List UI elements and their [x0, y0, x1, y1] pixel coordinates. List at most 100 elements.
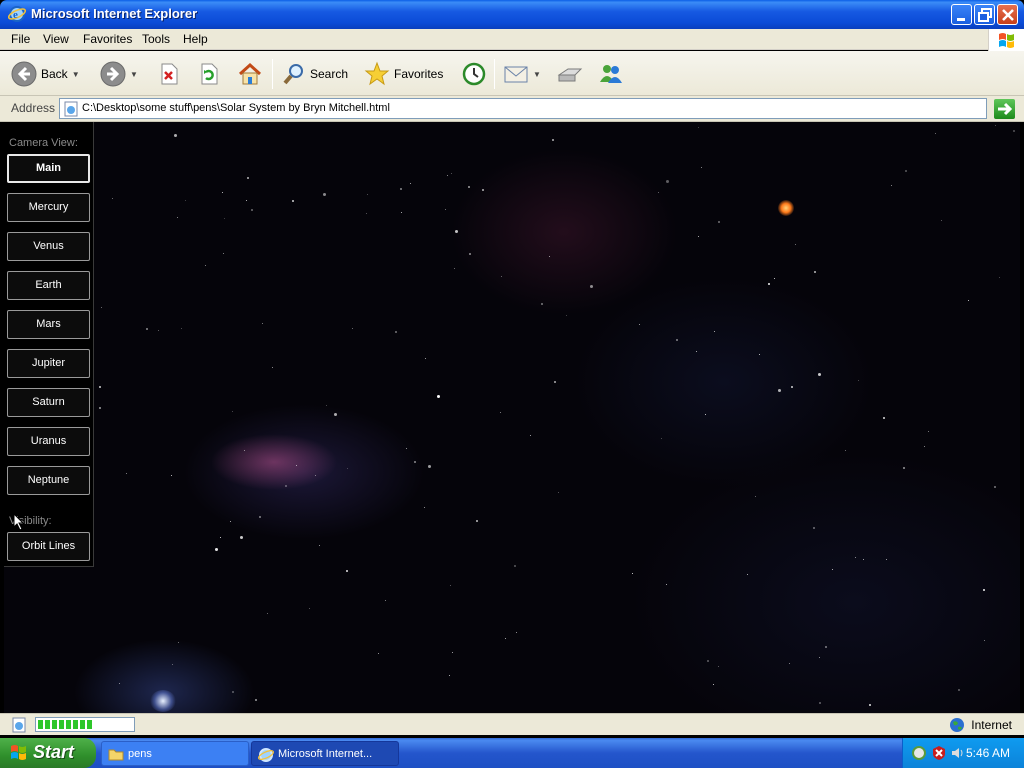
star [423, 507, 425, 508]
star [406, 447, 408, 449]
forward-button[interactable]: ▼ [100, 59, 138, 89]
star [215, 548, 219, 552]
system-tray: 5:46 AM [902, 738, 1024, 768]
back-button[interactable]: Back ▼ [11, 59, 80, 89]
star [639, 323, 641, 325]
home-button[interactable] [237, 59, 263, 89]
taskbar-item-pens[interactable]: pens [101, 741, 249, 766]
star [713, 331, 715, 333]
nebula-glow [150, 690, 176, 712]
star [549, 256, 551, 258]
planet-button-mars[interactable]: Mars [7, 310, 90, 339]
back-arrow-icon [11, 61, 37, 87]
menu-help[interactable]: Help [183, 32, 208, 46]
planet-button-uranus[interactable]: Uranus [7, 427, 90, 456]
star [557, 492, 559, 494]
minimize-icon [957, 18, 965, 21]
star [565, 315, 567, 317]
close-button[interactable] [997, 4, 1018, 25]
star [832, 568, 834, 570]
favorites-label: Favorites [394, 67, 444, 81]
star [863, 559, 865, 561]
search-icon [283, 64, 303, 85]
star [245, 200, 247, 202]
menu-view[interactable]: View [43, 32, 69, 46]
mail-dropdown-icon[interactable]: ▼ [533, 70, 541, 79]
refresh-button[interactable] [198, 59, 220, 89]
star [773, 278, 775, 280]
back-dropdown-icon[interactable]: ▼ [72, 70, 80, 79]
star [246, 177, 249, 180]
planet-button-jupiter[interactable]: Jupiter [7, 349, 90, 378]
security-zone[interactable]: Internet [949, 717, 1012, 733]
star [813, 271, 816, 274]
menu-file[interactable]: File [11, 32, 30, 46]
restore-button[interactable] [974, 4, 995, 25]
menu-tools[interactable]: Tools [142, 32, 170, 46]
messenger-button[interactable] [598, 59, 624, 89]
volume-icon[interactable] [950, 745, 966, 761]
star [125, 473, 127, 475]
star [400, 187, 403, 190]
planet-button-mercury[interactable]: Mercury [7, 193, 90, 222]
back-label: Back [41, 67, 68, 81]
start-button[interactable]: Start [0, 738, 96, 768]
mail-button[interactable]: ▼ [503, 59, 541, 89]
star [982, 589, 985, 592]
print-button[interactable] [556, 59, 584, 89]
star [428, 464, 432, 468]
star [449, 584, 451, 586]
go-button[interactable] [994, 99, 1015, 119]
star [665, 584, 667, 586]
star [590, 285, 594, 289]
favorites-button[interactable]: Favorites [364, 59, 443, 89]
star [395, 331, 398, 334]
star [923, 446, 925, 448]
print-icon [557, 68, 583, 82]
star [170, 474, 172, 476]
menu-favorites[interactable]: Favorites [83, 32, 132, 46]
clock: 5:46 AM [965, 746, 1010, 760]
star [658, 191, 660, 193]
history-button[interactable] [461, 59, 487, 89]
star [173, 134, 177, 138]
ie-icon [258, 748, 274, 762]
star [446, 174, 448, 176]
stop-button[interactable] [158, 59, 180, 89]
star [551, 139, 554, 142]
star [530, 435, 532, 437]
star [448, 675, 450, 677]
security-alert-icon[interactable] [931, 745, 947, 761]
taskbar: Start pens Microsoft Internet... 5:46 AM [0, 738, 1024, 768]
orbit-lines-button[interactable]: Orbit Lines [7, 532, 90, 561]
star [903, 466, 906, 469]
planet-button-saturn[interactable]: Saturn [7, 388, 90, 417]
planet-button-neptune[interactable]: Neptune [7, 466, 90, 495]
address-input[interactable]: C:\Desktop\some stuff\pens\Solar System … [59, 98, 987, 119]
network-icon[interactable] [911, 745, 927, 761]
minimize-button[interactable] [951, 4, 972, 25]
toolbar-separator [494, 59, 495, 89]
star [718, 665, 720, 667]
star [482, 189, 485, 192]
planet-button-earth[interactable]: Earth [7, 271, 90, 300]
taskbar-item-ie[interactable]: Microsoft Internet... [251, 741, 399, 766]
forward-dropdown-icon[interactable]: ▼ [130, 70, 138, 79]
page-content[interactable]: Camera View: Main Mercury Venus Earth Ma… [4, 122, 1020, 713]
star [706, 659, 709, 662]
star [325, 404, 327, 406]
star [994, 486, 997, 489]
planet-button-venus[interactable]: Venus [7, 232, 90, 261]
star [262, 323, 264, 325]
page-status-icon [12, 717, 26, 733]
star [698, 235, 700, 237]
star [314, 474, 316, 476]
star [333, 412, 337, 416]
star [184, 200, 186, 202]
star [346, 570, 349, 573]
search-button[interactable]: Search [282, 59, 348, 89]
star [718, 220, 721, 223]
planet-button-main[interactable]: Main [7, 154, 90, 183]
star [755, 495, 757, 497]
title-bar[interactable]: e Microsoft Internet Explorer [0, 0, 1024, 29]
